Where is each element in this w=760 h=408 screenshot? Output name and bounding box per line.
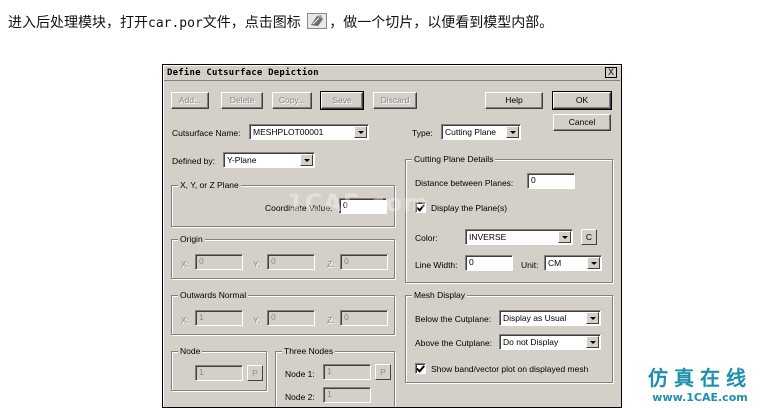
normal-y-input[interactable]: 0 <box>267 310 315 326</box>
distance-input[interactable]: 0 <box>527 173 575 189</box>
chevron-down-icon[interactable] <box>587 257 600 269</box>
above-cutplane-label: Above the Cutplane: <box>415 338 493 348</box>
origin-y-input[interactable]: 0 <box>267 254 315 270</box>
distance-label: Distance between Planes: <box>415 178 514 188</box>
line-width-label: Line Width: <box>415 260 458 270</box>
three-nodes-pick-button[interactable]: P <box>375 364 391 380</box>
dialog-title: Define Cutsurface Depiction <box>167 68 319 78</box>
intro-part1: 进入后处理模块，打开 <box>8 15 148 31</box>
dialog-titlebar: Define Cutsurface Depiction X <box>164 66 620 81</box>
brand-logo: 仿真在线 www.1CAE.com <box>648 362 752 404</box>
band-plot-checkbox[interactable] <box>415 363 426 374</box>
above-cutplane-value: Do not Display <box>503 337 559 347</box>
save-button[interactable]: Save <box>320 91 364 110</box>
intro-part2: 文件，点击图标 <box>202 15 301 31</box>
define-cutsurface-dialog: Define Cutsurface Depiction X Add... Del… <box>162 64 622 408</box>
outwards-normal-title: Outwards Normal <box>178 289 249 301</box>
node2-input[interactable]: 1 <box>323 387 371 403</box>
normal-z-input[interactable]: 0 <box>340 310 388 326</box>
origin-x-label: X: <box>181 259 190 269</box>
cancel-button[interactable]: Cancel <box>553 114 611 131</box>
normal-z-label: Z: <box>327 315 335 325</box>
line-width-input[interactable]: 0 <box>465 255 513 271</box>
coordinate-value-input[interactable]: 0 <box>339 198 387 214</box>
normal-x-input[interactable]: 1 <box>195 310 243 326</box>
type-value: Cutting Plane <box>445 127 497 137</box>
cutsurface-tool-icon <box>307 13 328 29</box>
chevron-down-icon[interactable] <box>586 336 599 348</box>
type-label: Type: <box>412 128 433 138</box>
copy-button[interactable]: Copy... <box>272 92 312 109</box>
node-title: Node <box>178 345 203 357</box>
cutsurface-name-value: MESHPLOT00001 <box>253 127 324 137</box>
help-button[interactable]: Help <box>485 92 543 109</box>
defined-by-value: Y-Plane <box>227 155 257 165</box>
node2-label: Node 2: <box>285 392 315 402</box>
delete-button[interactable]: Delete <box>221 92 263 109</box>
color-label: Color: <box>415 233 438 243</box>
below-cutplane-select[interactable]: Display as Usual <box>499 310 601 326</box>
chevron-down-icon[interactable] <box>506 126 519 138</box>
display-plane-label: Display the Plane(s) <box>431 203 508 213</box>
origin-title: Origin <box>178 233 205 245</box>
cutting-plane-details-title: Cutting Plane Details <box>412 153 496 165</box>
three-nodes-title: Three Nodes <box>282 345 336 357</box>
color-select[interactable]: INVERSE <box>465 229 573 245</box>
display-plane-checkbox[interactable] <box>415 202 426 213</box>
color-picker-button[interactable]: C <box>581 229 597 245</box>
discard-button[interactable]: Discard <box>373 92 417 109</box>
node1-label: Node 1: <box>285 369 315 379</box>
close-icon[interactable]: X <box>605 67 617 78</box>
chevron-down-icon[interactable] <box>586 312 599 324</box>
origin-x-input[interactable]: 0 <box>195 254 243 270</box>
chevron-down-icon[interactable] <box>558 231 571 243</box>
brand-name: 仿真在线 <box>648 366 752 390</box>
node-input[interactable]: 1 <box>195 365 243 381</box>
origin-y-label: Y: <box>253 259 261 269</box>
xyz-plane-title: X, Y, or Z Plane <box>178 179 241 191</box>
intro-filename: car.por <box>148 16 203 31</box>
unit-value: CM <box>548 258 562 268</box>
defined-by-label: Defined by: <box>172 156 215 166</box>
add-button[interactable]: Add... <box>171 92 209 109</box>
chevron-down-icon[interactable] <box>300 154 313 166</box>
unit-label: Unit: <box>521 260 539 270</box>
intro-text: 进入后处理模块，打开car.por文件，点击图标 ，做一个切片，以便看到模型内部… <box>8 12 553 32</box>
node-pick-button[interactable]: P <box>247 365 263 381</box>
normal-y-label: Y: <box>253 315 261 325</box>
cutsurface-name-label: Cutsurface Name: <box>172 128 241 138</box>
coordinate-value-label: Coordinate Value: <box>265 203 333 213</box>
brand-url: www.1CAE.com <box>652 391 748 404</box>
normal-x-label: X: <box>181 315 190 325</box>
origin-z-input[interactable]: 0 <box>340 254 388 270</box>
origin-z-label: Z: <box>327 259 335 269</box>
type-select[interactable]: Cutting Plane <box>441 124 521 140</box>
mesh-display-title: Mesh Display <box>412 289 468 301</box>
intro-part3: ，做一个切片，以便看到模型内部。 <box>329 15 554 31</box>
below-cutplane-label: Below the Cutplane: <box>415 314 492 324</box>
above-cutplane-select[interactable]: Do not Display <box>499 334 601 350</box>
unit-select[interactable]: CM <box>544 255 602 271</box>
cutsurface-name-select[interactable]: MESHPLOT00001 <box>249 124 369 140</box>
color-value: INVERSE <box>469 232 507 242</box>
node1-input[interactable]: 1 <box>323 364 371 380</box>
band-plot-label: Show band/vector plot on displayed mesh <box>431 364 589 374</box>
chevron-down-icon[interactable] <box>354 126 367 138</box>
defined-by-select[interactable]: Y-Plane <box>223 152 315 168</box>
ok-button[interactable]: OK <box>552 91 612 110</box>
below-cutplane-value: Display as Usual <box>503 313 567 323</box>
